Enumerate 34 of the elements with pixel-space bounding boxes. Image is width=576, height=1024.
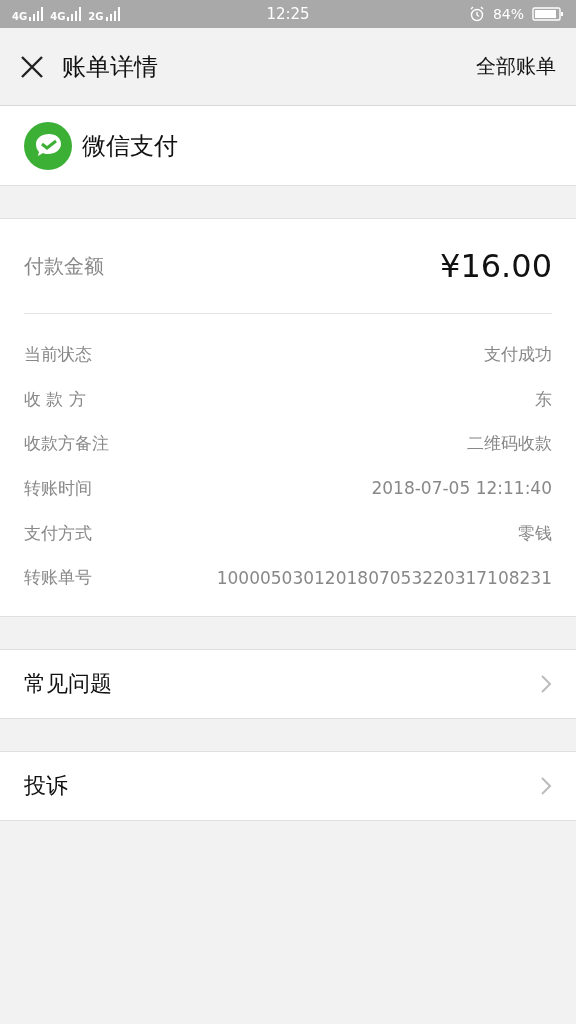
clock-time: 12:25 (266, 5, 310, 23)
signal-icon (28, 6, 45, 22)
chevron-right-icon (540, 776, 552, 797)
menu-row[interactable]: 投诉 (0, 751, 576, 822)
network-label: 4G (12, 12, 28, 22)
chevron-right-icon (540, 674, 552, 695)
detail-value: 东 (535, 387, 552, 411)
battery-icon (532, 6, 564, 22)
network-label: 4G (50, 12, 66, 22)
alarm-icon (468, 6, 485, 22)
page-title: 账单详情 (62, 51, 159, 83)
detail-label: 当前状态 (24, 342, 92, 366)
battery-percent: 84% (492, 6, 524, 22)
chat-bubble-logo-icon (24, 121, 72, 170)
detail-label: 收款方备注 (24, 432, 109, 456)
detail-value: 支付成功 (484, 342, 552, 366)
signal-icon (66, 6, 83, 22)
detail-value: 1000050301201807053220317108231 (216, 567, 552, 588)
amount-value: ¥16.00 (440, 247, 552, 285)
amount-label: 付款金额 (24, 252, 104, 280)
detail-value: 二维码收款 (467, 432, 552, 456)
detail-value: 2018-07-05 12:11:40 (371, 478, 552, 499)
all-bills-link[interactable]: 全部账单 (476, 53, 556, 80)
detail-label: 转账时间 (24, 476, 92, 500)
signal-icon (104, 6, 121, 22)
network-label: 2G (88, 12, 104, 22)
close-icon (20, 54, 44, 79)
close-button[interactable] (20, 54, 44, 79)
detail-label: 收 款 方 (24, 387, 86, 411)
detail-value: 零钱 (518, 521, 552, 545)
detail-label: 转账单号 (24, 566, 92, 590)
detail-label: 支付方式 (24, 521, 92, 545)
merchant-name: 微信支付 (82, 130, 178, 162)
menu-row[interactable]: 常见问题 (0, 649, 576, 720)
